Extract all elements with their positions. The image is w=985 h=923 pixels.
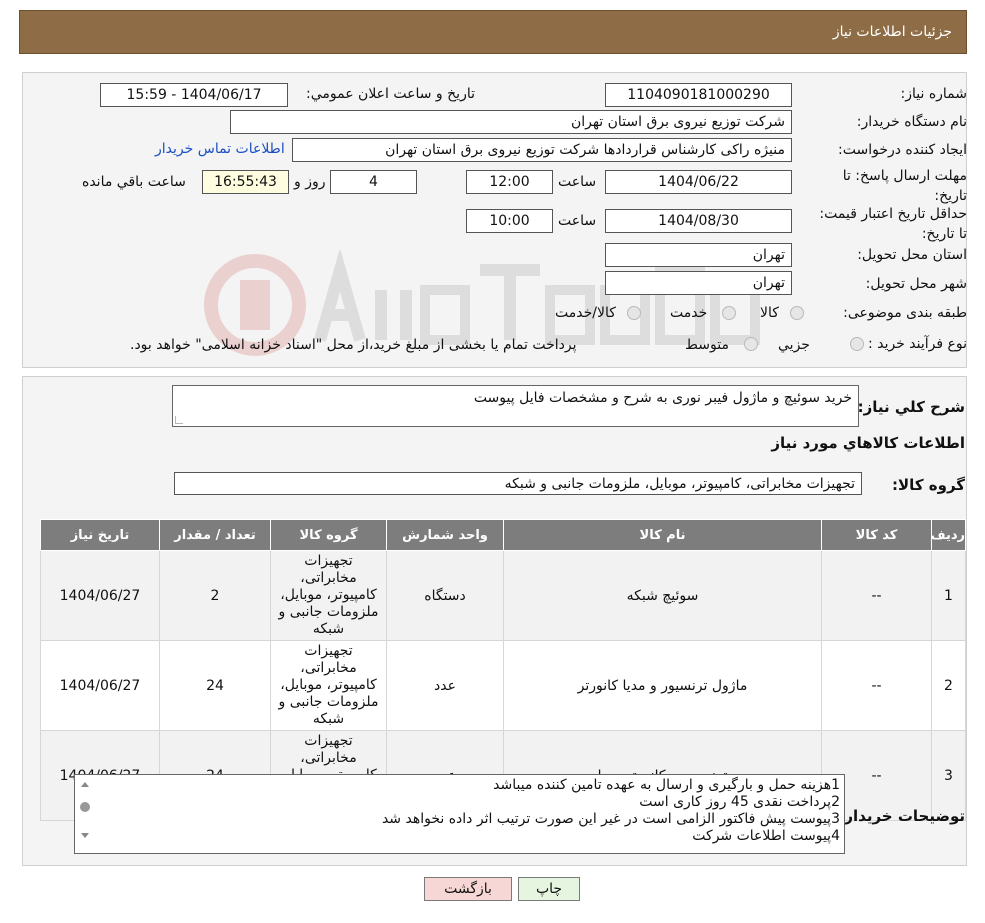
- item-code-cell: --: [821, 550, 932, 641]
- days-label: روز و: [294, 174, 326, 190]
- deadline-time-label: ساعت: [558, 174, 597, 190]
- goods-group-label: گروه کالا:: [892, 476, 965, 494]
- note-line: 1هزینه حمل و بارگیری و ارسال به عهده تام…: [493, 777, 840, 793]
- item-date-cell: 1404/06/27: [40, 640, 160, 731]
- city-label: شهر محل تحویل:: [865, 276, 967, 292]
- note-line: 3پیوست پیش فاکتور الزامی است در غیر این …: [381, 811, 840, 827]
- table-row: 2 -- ماژول ترنسیور و مدیا کانورتر عدد تج…: [40, 640, 966, 731]
- min-validity-time-field: 10:00: [466, 209, 553, 233]
- category-radio-goods-service[interactable]: [627, 306, 641, 320]
- city-field: تهران: [605, 271, 792, 295]
- column-header: گروه کالا: [270, 519, 387, 551]
- note-line: 4پیوست اطلاعات شرکت: [692, 828, 840, 844]
- need-number-label: شماره نیاز:: [900, 86, 968, 102]
- category-radio-goods[interactable]: [790, 306, 804, 320]
- category-label: طبقه بندی موضوعی:: [843, 305, 967, 321]
- buyer-org-label: نام دستگاه خریدار:: [856, 114, 967, 130]
- goods-info-title: اطلاعات کالاهاي مورد نیاز: [771, 434, 965, 452]
- column-header: ردیف: [930, 519, 966, 551]
- category-option-goods: کالا: [760, 305, 779, 321]
- min-validity-time-label: ساعت: [558, 213, 597, 229]
- deadline-date-field: 1404/06/22: [605, 170, 792, 194]
- item-unit-cell: دستگاه: [386, 550, 504, 641]
- table-header-row: ردیف کد کالا نام کالا واحد شمارش گروه کا…: [40, 519, 966, 551]
- days-remaining-field: 4: [330, 170, 417, 194]
- page-header: جزئیات اطلاعات نیاز: [19, 10, 967, 54]
- province-label: استان محل تحویل:: [857, 247, 967, 263]
- column-header: تاریخ نیاز: [40, 519, 160, 551]
- announce-datetime-label: تاریخ و ساعت اعلان عمومي:: [306, 86, 475, 102]
- back-button[interactable]: بازگشت: [424, 877, 512, 901]
- summary-text: خرید سوئیچ و ماژول فیبر نوری به شرح و مش…: [473, 390, 852, 406]
- row-number-cell: 1: [931, 550, 966, 641]
- page-title: جزئیات اطلاعات نیاز: [832, 24, 952, 40]
- scroll-down-arrow-icon: [81, 833, 89, 838]
- purchase-type-radio-minor[interactable]: [850, 337, 864, 351]
- item-group-cell: تجهیزات مخابراتی، کامپیوتر، موبایل، ملزو…: [270, 550, 387, 641]
- print-button[interactable]: چاپ: [518, 877, 580, 901]
- summary-label: شرح کلي نیاز:: [857, 398, 965, 416]
- item-qty-cell: 2: [159, 550, 271, 641]
- goods-group-field: تجهیزات مخابراتی، کامپیوتر، موبایل، ملزو…: [174, 472, 862, 495]
- item-group-cell: تجهیزات مخابراتی، کامپیوتر، موبایل، ملزو…: [270, 640, 387, 731]
- remaining-time-label: ساعت باقي مانده: [82, 174, 186, 190]
- table-row: 1 -- سوئیچ شبکه دستگاه تجهیزات مخابراتی،…: [40, 550, 966, 641]
- note-line: 2پرداخت نقدی 45 روز کاری است: [639, 794, 840, 810]
- purchase-type-option-minor: جزيي: [778, 337, 810, 353]
- column-header: کد کالا: [821, 519, 932, 551]
- column-header: واحد شمارش: [386, 519, 504, 551]
- category-radio-service[interactable]: [722, 306, 736, 320]
- row-number-cell: 2: [931, 640, 966, 731]
- purchase-type-note: پرداخت تمام یا بخشی از مبلغ خرید،از محل …: [130, 337, 577, 353]
- buyer-contact-link[interactable]: اطلاعات تماس خریدار: [155, 141, 285, 157]
- item-name-cell: سوئیچ شبکه: [503, 550, 822, 641]
- creator-label: ایجاد کننده درخواست:: [838, 142, 967, 158]
- buyer-notes-textarea[interactable]: 1هزینه حمل و بارگیری و ارسال به عهده تام…: [74, 774, 845, 854]
- remaining-time-field: 16:55:43: [202, 170, 289, 194]
- item-date-cell: 1404/06/27: [40, 550, 160, 641]
- purchase-type-label: نوع فرآیند خرید :: [868, 336, 967, 352]
- scroll-thumb-icon: [80, 802, 90, 812]
- min-validity-label: حداقل تاریخ اعتبار قیمت: تا تاریخ:: [819, 206, 967, 242]
- column-header: نام کالا: [503, 519, 822, 551]
- category-option-service: خدمت: [670, 305, 708, 321]
- creator-field: منیژه راکی کارشناس قراردادها شرکت توزیع …: [292, 138, 792, 162]
- scroll-up-arrow-icon: [81, 782, 89, 787]
- deadline-time-field: 12:00: [466, 170, 553, 194]
- buyer-notes-label: توضیحات خریدار:: [838, 807, 965, 825]
- deadline-label: مهلت ارسال پاسخ: تا تاریخ:: [842, 168, 967, 204]
- need-number-field: 1104090181000290: [605, 83, 792, 107]
- buyer-org-field: شرکت توزیع نیروی برق استان تهران: [230, 110, 792, 134]
- item-name-cell: ماژول ترنسیور و مدیا کانورتر: [503, 640, 822, 731]
- item-code-cell: --: [821, 640, 932, 731]
- notes-scrollbar[interactable]: [77, 777, 93, 851]
- item-qty-cell: 24: [159, 640, 271, 731]
- column-header: تعداد / مقدار: [159, 519, 271, 551]
- announce-datetime-field: 1404/06/17 - 15:59: [100, 83, 288, 107]
- category-option-goods-service: کالا/خدمت: [555, 305, 616, 321]
- summary-textarea[interactable]: خرید سوئیچ و ماژول فیبر نوری به شرح و مش…: [172, 385, 859, 427]
- resize-handle-icon[interactable]: [175, 416, 183, 424]
- purchase-type-radio-medium[interactable]: [744, 337, 758, 351]
- min-validity-date-field: 1404/08/30: [605, 209, 792, 233]
- item-unit-cell: عدد: [386, 640, 504, 731]
- province-field: تهران: [605, 243, 792, 267]
- purchase-type-option-medium: متوسط: [685, 337, 729, 353]
